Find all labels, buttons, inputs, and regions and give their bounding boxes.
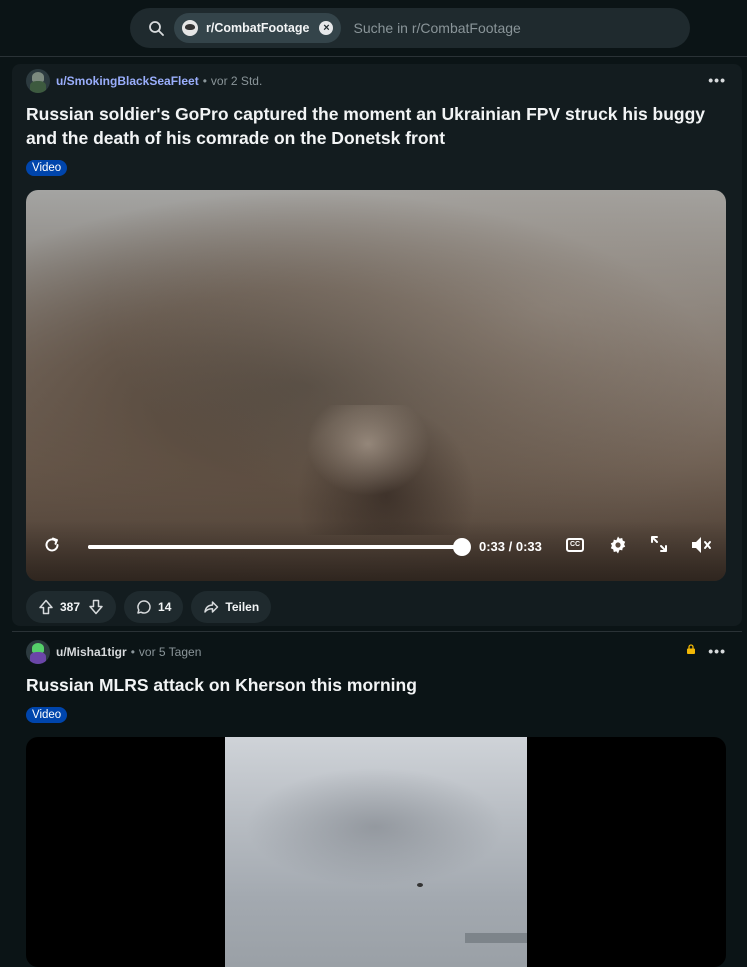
video-frame (225, 737, 527, 967)
clear-chip-icon[interactable]: × (319, 21, 334, 35)
share-label: Teilen (225, 600, 260, 614)
post-meta: u/Misha1tigr • vor 5 Tagen (26, 640, 202, 664)
comment-count: 14 (158, 600, 172, 614)
more-options-icon[interactable]: ••• (708, 643, 726, 659)
comment-icon (137, 600, 151, 614)
captions-icon[interactable]: CC (566, 538, 584, 552)
meta-separator: • (130, 645, 135, 659)
flair-badge: Video (26, 707, 68, 723)
post-card[interactable]: u/SmokingBlackSeaFleet • vor 2 Std. ••• … (12, 64, 742, 626)
fullscreen-icon[interactable] (650, 535, 668, 553)
post-actions: 387 14 Teilen (26, 591, 279, 623)
video-controls: 0:33 / 0:33 CC (26, 521, 726, 581)
lock-icon (687, 644, 695, 654)
mute-icon[interactable] (690, 535, 712, 555)
post-time: vor 2 Std. (210, 74, 263, 88)
subreddit-chip-label: r/CombatFootage (206, 21, 310, 35)
post-author[interactable]: u/Misha1tigr (56, 645, 127, 659)
post-card[interactable]: u/Misha1tigr • vor 5 Tagen ••• Russian M… (12, 631, 742, 967)
share-icon (204, 601, 219, 613)
meta-separator: • (202, 74, 207, 88)
subreddit-avatar-icon (182, 20, 198, 36)
more-options-icon[interactable]: ••• (708, 72, 726, 88)
upvote-icon[interactable] (38, 599, 54, 615)
vote-count: 387 (60, 600, 81, 614)
avatar[interactable] (26, 640, 50, 664)
comments-button[interactable]: 14 (124, 591, 184, 623)
subreddit-filter-chip[interactable]: r/CombatFootage × (174, 13, 342, 43)
search-icon (149, 21, 164, 36)
video-progress-bar[interactable] (88, 545, 462, 549)
search-bar[interactable]: r/CombatFootage × (130, 8, 690, 48)
progress-handle[interactable] (453, 538, 471, 556)
flair-badge: Video (26, 160, 68, 176)
progress-fill (88, 545, 462, 549)
post-title[interactable]: Russian MLRS attack on Kherson this morn… (26, 673, 726, 697)
video-player[interactable] (26, 737, 726, 967)
post-title[interactable]: Russian soldier's GoPro captured the mom… (26, 102, 726, 150)
share-button[interactable]: Teilen (191, 591, 272, 623)
vote-group: 387 (26, 591, 117, 623)
gear-icon[interactable] (608, 535, 628, 555)
downvote-icon[interactable] (88, 599, 104, 615)
avatar[interactable] (26, 69, 50, 93)
top-bar: r/CombatFootage × (0, 0, 747, 57)
video-player[interactable]: 0:33 / 0:33 CC (26, 190, 726, 581)
video-timecode: 0:33 / 0:33 (479, 539, 542, 554)
search-input[interactable] (353, 20, 654, 36)
post-meta: u/SmokingBlackSeaFleet • vor 2 Std. (26, 69, 263, 93)
post-author[interactable]: u/SmokingBlackSeaFleet (56, 74, 199, 88)
replay-icon[interactable] (42, 535, 62, 555)
post-time: vor 5 Tagen (138, 645, 202, 659)
